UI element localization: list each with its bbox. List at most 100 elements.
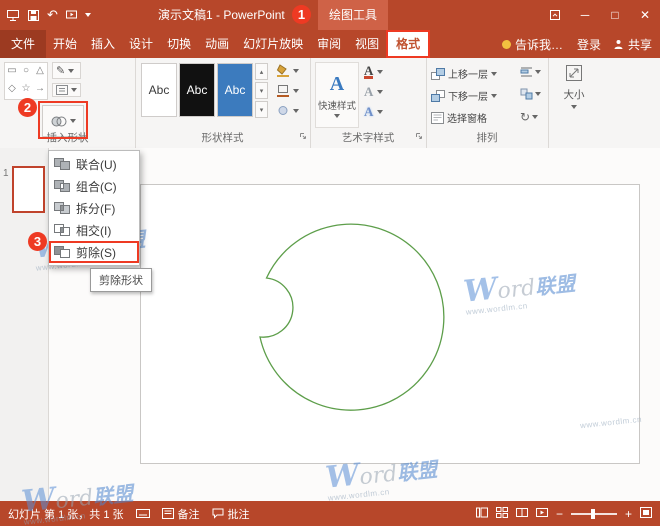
comments-button[interactable]: 批注: [212, 506, 250, 522]
notes-label: 备注: [178, 506, 200, 522]
bring-forward-button[interactable]: 上移一层: [431, 66, 497, 81]
shape-style-preset[interactable]: Abc: [217, 63, 253, 117]
shape-fill-button[interactable]: [274, 62, 306, 79]
customize-qat-icon[interactable]: [85, 13, 91, 17]
chevron-down-icon: [293, 89, 299, 93]
shape-glyph[interactable]: ☆: [19, 81, 33, 99]
minimize-button[interactable]: ─: [570, 0, 600, 30]
tab-format[interactable]: 格式: [386, 30, 430, 58]
group-objects-button[interactable]: [520, 88, 541, 100]
chevron-down-icon: [571, 105, 577, 109]
text-effects-icon: A: [364, 104, 373, 120]
gallery-scroll-down[interactable]: ▾: [255, 82, 268, 99]
quick-access-toolbar: ↶: [6, 0, 91, 30]
input-method-icon[interactable]: [136, 508, 150, 519]
menu-item-label: 剪除(S): [76, 244, 116, 261]
text-outline-button[interactable]: A: [364, 84, 418, 100]
shape-fill-icon: [276, 64, 290, 77]
tab-transitions[interactable]: 切换: [160, 30, 198, 58]
menu-item-fragment[interactable]: 拆分(F): [49, 197, 139, 219]
tell-me-box[interactable]: 告诉我…: [496, 36, 569, 53]
ribbon-options-icon[interactable]: [540, 0, 570, 30]
menu-item-subtract[interactable]: 剪除(S): [49, 241, 139, 263]
fit-to-window-icon[interactable]: [640, 507, 652, 521]
size-button[interactable]: 大小: [548, 62, 600, 109]
menu-item-union[interactable]: 联合(U): [49, 153, 139, 175]
menu-item-intersect[interactable]: 相交(I): [49, 219, 139, 241]
align-button[interactable]: [520, 66, 541, 78]
slide-thumbnail-panel: 1: [0, 148, 49, 501]
chevron-down-icon: [70, 119, 76, 123]
slide-thumbnail[interactable]: [12, 166, 45, 213]
shape-glyph[interactable]: →: [33, 81, 47, 99]
tab-insert[interactable]: 插入: [84, 30, 122, 58]
slide-canvas[interactable]: [140, 184, 640, 464]
slideshow-view-icon[interactable]: [536, 507, 548, 521]
maximize-button[interactable]: □: [600, 0, 630, 30]
save-icon[interactable]: [27, 9, 40, 22]
shape-style-preset[interactable]: Abc: [141, 63, 177, 117]
group-arrange: 上移一层 下移一层 选择窗格 ↻: [426, 58, 549, 148]
gallery-more-button[interactable]: ▾: [255, 101, 268, 118]
bring-forward-label: 上移一层: [448, 66, 488, 81]
zoom-in-button[interactable]: +: [625, 508, 632, 520]
thumbnail-number: 1: [3, 168, 9, 179]
window-controls: ─ □ ✕: [540, 0, 660, 30]
send-backward-button[interactable]: 下移一层: [431, 88, 497, 103]
presentation-icon[interactable]: [6, 9, 20, 22]
group-label-shape-styles: 形状样式: [135, 130, 310, 145]
start-slideshow-icon[interactable]: [65, 9, 78, 22]
sign-in-button[interactable]: 登录: [569, 36, 609, 53]
shape-outline-button[interactable]: [274, 82, 306, 99]
group-size: 大小: [548, 58, 600, 148]
shape-effects-button[interactable]: [274, 102, 306, 119]
lightbulb-icon: [502, 40, 511, 49]
zoom-slider[interactable]: [571, 513, 617, 515]
dialog-launcher-icon[interactable]: [415, 127, 423, 145]
share-button[interactable]: 共享: [609, 36, 660, 53]
tooltip: 剪除形状: [90, 268, 152, 292]
tab-design[interactable]: 设计: [122, 30, 160, 58]
tab-view[interactable]: 视图: [348, 30, 386, 58]
menu-item-combine[interactable]: 组合(C): [49, 175, 139, 197]
notes-button[interactable]: 备注: [162, 506, 200, 522]
shape-glyph[interactable]: ○: [19, 63, 33, 81]
menu-item-label: 组合(C): [76, 178, 117, 195]
dialog-launcher-icon[interactable]: [299, 127, 307, 145]
combine-icon: [54, 180, 70, 193]
shape-style-preset[interactable]: Abc: [179, 63, 215, 117]
slide-sorter-icon[interactable]: [496, 507, 508, 521]
tab-home[interactable]: 开始: [46, 30, 84, 58]
tab-slideshow[interactable]: 幻灯片放映: [236, 30, 310, 58]
zoom-out-button[interactable]: −: [556, 508, 563, 520]
shape-glyph[interactable]: △: [33, 63, 47, 81]
quick-styles-button[interactable]: A 快速样式: [315, 62, 359, 128]
undo-icon[interactable]: ↶: [47, 7, 58, 23]
tab-animations[interactable]: 动画: [198, 30, 236, 58]
normal-view-icon[interactable]: [476, 507, 488, 521]
shape-glyph[interactable]: ▭: [5, 63, 19, 81]
merge-shapes-icon: [51, 115, 67, 128]
text-effects-button[interactable]: A: [364, 104, 418, 120]
text-box-button[interactable]: [52, 83, 81, 97]
menu-item-label: 联合(U): [76, 156, 117, 173]
notched-circle-shape[interactable]: [141, 185, 639, 463]
shape-glyph[interactable]: ◇: [5, 81, 19, 99]
rotate-button[interactable]: ↻: [520, 110, 538, 124]
reading-view-icon[interactable]: [516, 507, 528, 521]
context-tab-drawing-tools: 绘图工具: [318, 0, 388, 30]
selection-pane-button[interactable]: 选择窗格: [431, 110, 487, 125]
rotate-icon: ↻: [520, 110, 530, 124]
annotation-circle-3: 3: [28, 232, 47, 251]
close-button[interactable]: ✕: [630, 0, 660, 30]
zoom-slider-knob[interactable]: [591, 509, 595, 519]
text-fill-button[interactable]: A: [364, 64, 418, 80]
merge-shapes-menu: 联合(U) 组合(C) 拆分(F) 相交(I) 剪除(S): [48, 150, 140, 266]
gallery-scroll-up[interactable]: ▴: [255, 63, 268, 80]
notched-circle-path[interactable]: [260, 224, 444, 410]
shapes-gallery[interactable]: ▭ ○ △ ◇ ☆ →: [4, 62, 48, 100]
tab-file[interactable]: 文件: [0, 30, 46, 58]
chevron-down-icon: [491, 94, 497, 98]
tab-review[interactable]: 审阅: [310, 30, 348, 58]
edit-shape-button[interactable]: ✎: [52, 62, 81, 79]
